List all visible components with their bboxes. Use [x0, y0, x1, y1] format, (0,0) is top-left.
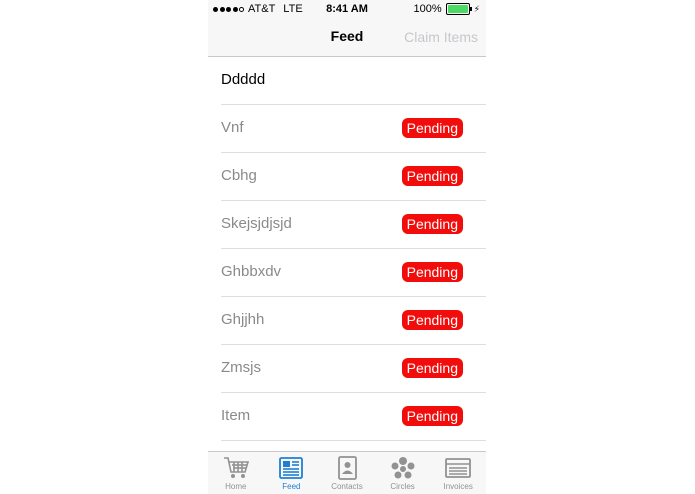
list-header-label: Ddddd: [221, 71, 266, 88]
item-label: Vnf: [221, 119, 244, 136]
item-label: Cbhg: [221, 167, 257, 184]
people-circle-icon: [391, 457, 415, 479]
pending-badge: Pending: [401, 118, 463, 138]
list-item[interactable]: Ghbbxdv Pending: [221, 249, 486, 297]
phone-screen: AT&T LTE 8:41 AM 100% ⚡ Feed Claim Items…: [208, 0, 486, 494]
tab-label: Invoices: [443, 482, 473, 491]
list-item[interactable]: Item Pending: [221, 393, 486, 441]
list-item[interactable]: Cbhg Pending: [221, 153, 486, 201]
tab-label: Home: [225, 482, 247, 491]
tab-invoices[interactable]: Invoices: [430, 452, 486, 494]
list-item[interactable]: Skejsjdjsjd Pending: [221, 201, 486, 249]
list-item[interactable]: Zmsjs Pending: [221, 345, 486, 393]
pending-badge: Pending: [401, 310, 463, 330]
status-bar: AT&T LTE 8:41 AM 100% ⚡: [208, 0, 486, 18]
tab-label: Feed: [282, 482, 301, 491]
list-item[interactable]: Ghjjhh Pending: [221, 297, 486, 345]
pending-badge: Pending: [401, 166, 463, 186]
item-label: Item: [221, 407, 251, 424]
battery-icon: [445, 3, 472, 15]
claim-items-button[interactable]: Claim Items: [404, 29, 478, 45]
pending-badge: Pending: [401, 214, 463, 234]
tab-circles[interactable]: Circles: [375, 452, 431, 494]
tab-contacts[interactable]: Contacts: [319, 452, 375, 494]
tab-label: Contacts: [331, 482, 363, 491]
pending-badge: Pending: [401, 262, 463, 282]
cart-icon: [223, 457, 249, 478]
item-label: Ghjjhh: [221, 311, 265, 328]
tab-label: Circles: [390, 482, 415, 491]
invoice-icon: [445, 458, 472, 478]
newspaper-icon: [279, 457, 304, 479]
tab-feed[interactable]: Feed: [264, 452, 320, 494]
charging-icon: ⚡: [473, 3, 480, 14]
tab-bar: Home Feed Contacts Circles Invoices: [208, 451, 486, 494]
list-header-row[interactable]: Ddddd: [221, 57, 486, 105]
battery-percent: 100%: [413, 3, 442, 15]
pending-badge: Pending: [401, 406, 463, 426]
tab-home[interactable]: Home: [208, 452, 264, 494]
item-label: Zmsjs: [221, 359, 261, 376]
item-label: Ghbbxdv: [221, 263, 282, 280]
pending-badge: Pending: [401, 358, 463, 378]
feed-list: Ddddd Vnf Pending Cbhg Pending Skejsjdjs…: [208, 57, 486, 441]
list-item[interactable]: Vnf Pending: [221, 105, 486, 153]
battery-status: 100% ⚡: [414, 3, 480, 15]
item-label: Skejsjdjsjd: [221, 215, 292, 232]
contact-card-icon: [338, 456, 357, 480]
navigation-bar: Feed Claim Items: [208, 18, 486, 57]
